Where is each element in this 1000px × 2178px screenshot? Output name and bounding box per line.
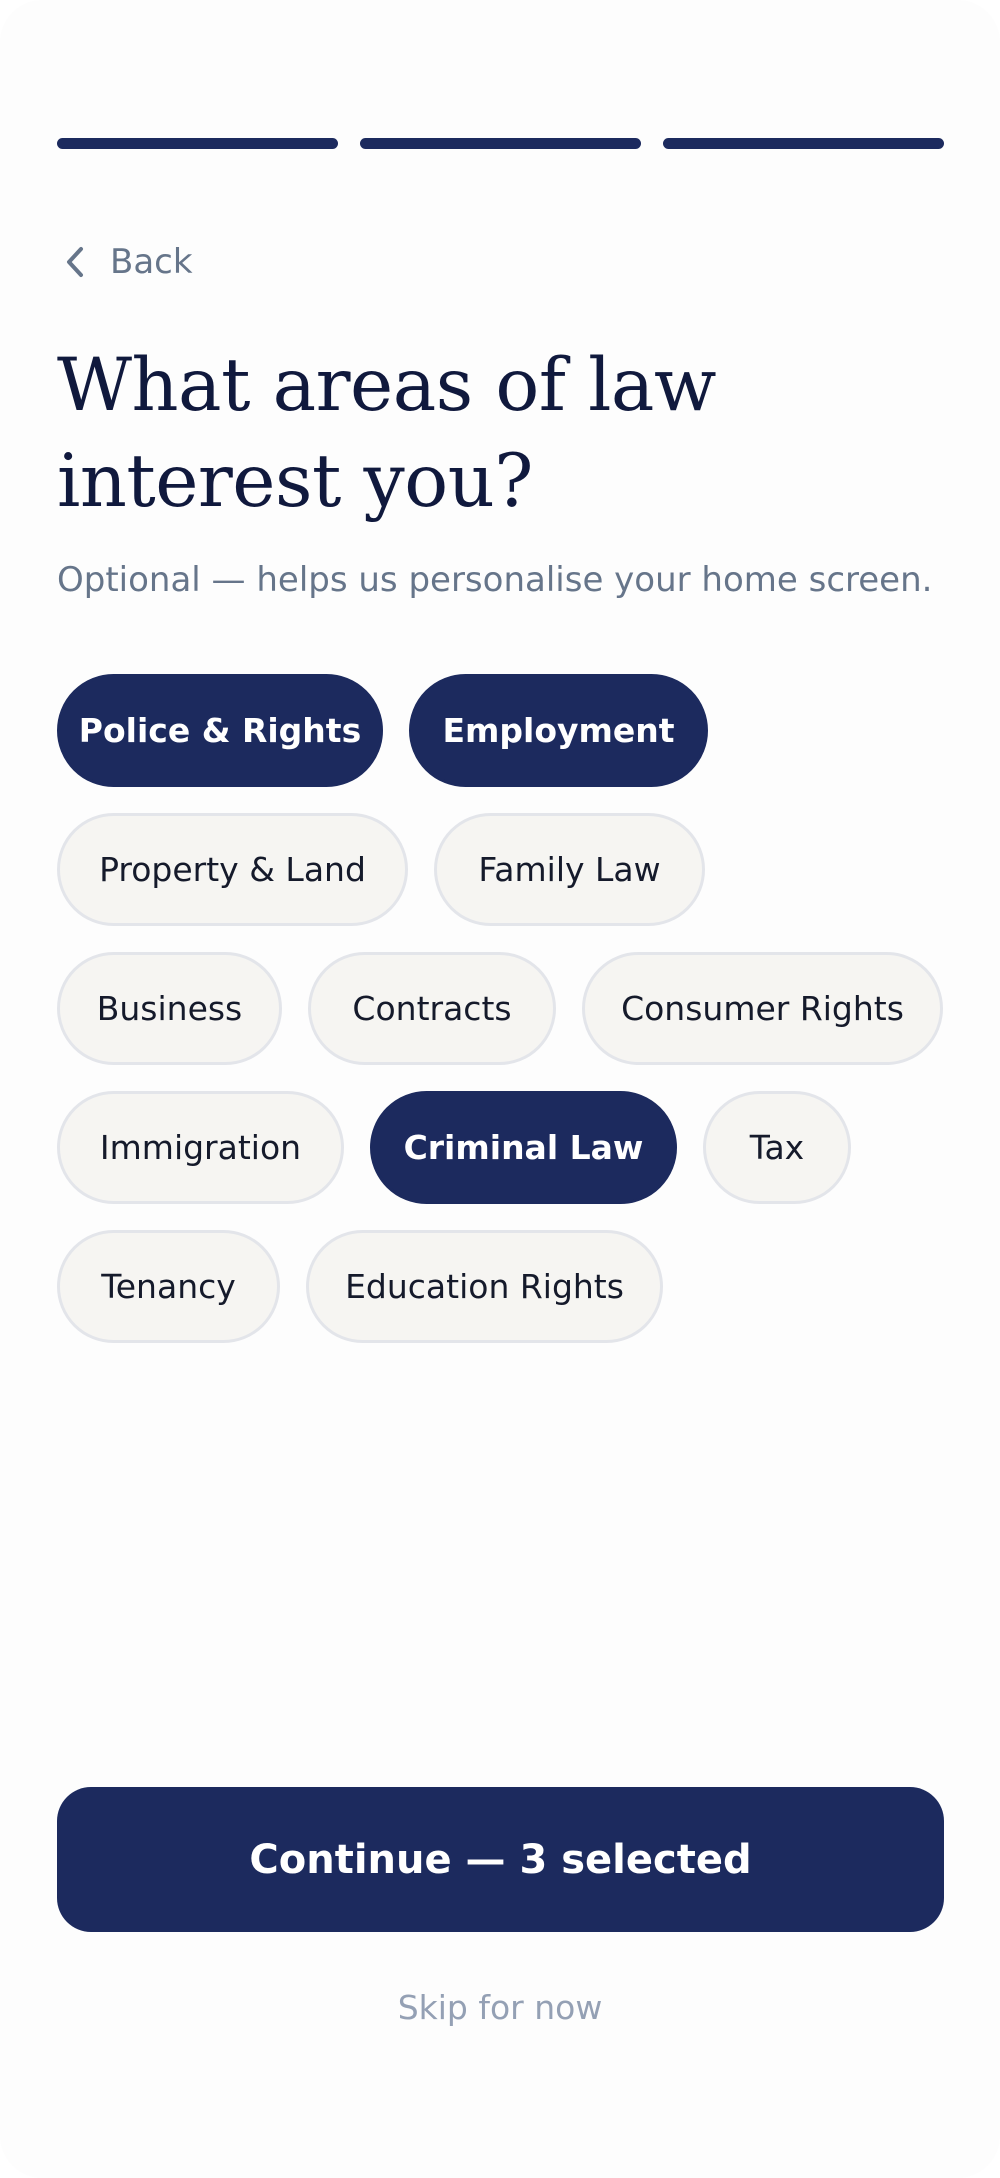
chip-employment[interactable]: Employment <box>409 674 708 787</box>
page-title: What areas of law interest you? <box>57 338 937 530</box>
chip-row: Immigration Criminal Law Tax <box>57 1091 947 1204</box>
chip-tax[interactable]: Tax <box>703 1091 851 1204</box>
interest-chip-group: Police & Rights Employment Property & La… <box>57 674 947 1369</box>
chip-immigration[interactable]: Immigration <box>57 1091 344 1204</box>
chip-consumer-rights[interactable]: Consumer Rights <box>582 952 943 1065</box>
chip-contracts[interactable]: Contracts <box>308 952 556 1065</box>
chip-education-rights[interactable]: Education Rights <box>306 1230 663 1343</box>
chip-police-rights[interactable]: Police & Rights <box>57 674 383 787</box>
progress-step-1 <box>57 138 338 149</box>
page-subtitle: Optional — helps us personalise your hom… <box>57 560 933 600</box>
skip-link[interactable]: Skip for now <box>0 1988 1000 2027</box>
progress-step-2 <box>360 138 641 149</box>
progress-indicator <box>57 138 944 150</box>
chip-criminal-law[interactable]: Criminal Law <box>370 1091 677 1204</box>
title-line-1: What areas of law <box>57 343 716 428</box>
back-label: Back <box>110 242 193 282</box>
chip-row: Business Contracts Consumer Rights <box>57 952 947 1065</box>
chevron-left-icon <box>66 246 84 278</box>
chip-row: Property & Land Family Law <box>57 813 947 926</box>
chip-business[interactable]: Business <box>57 952 282 1065</box>
progress-step-3 <box>663 138 944 149</box>
chip-family-law[interactable]: Family Law <box>434 813 705 926</box>
continue-button[interactable]: Continue — 3 selected <box>57 1787 944 1932</box>
chip-property-land[interactable]: Property & Land <box>57 813 408 926</box>
chip-tenancy[interactable]: Tenancy <box>57 1230 280 1343</box>
chip-row: Tenancy Education Rights <box>57 1230 947 1343</box>
back-button[interactable]: Back <box>66 236 193 288</box>
chip-row: Police & Rights Employment <box>57 674 947 787</box>
onboarding-screen: Back What areas of law interest you? Opt… <box>0 0 1000 2178</box>
title-line-2: interest you? <box>57 439 533 524</box>
